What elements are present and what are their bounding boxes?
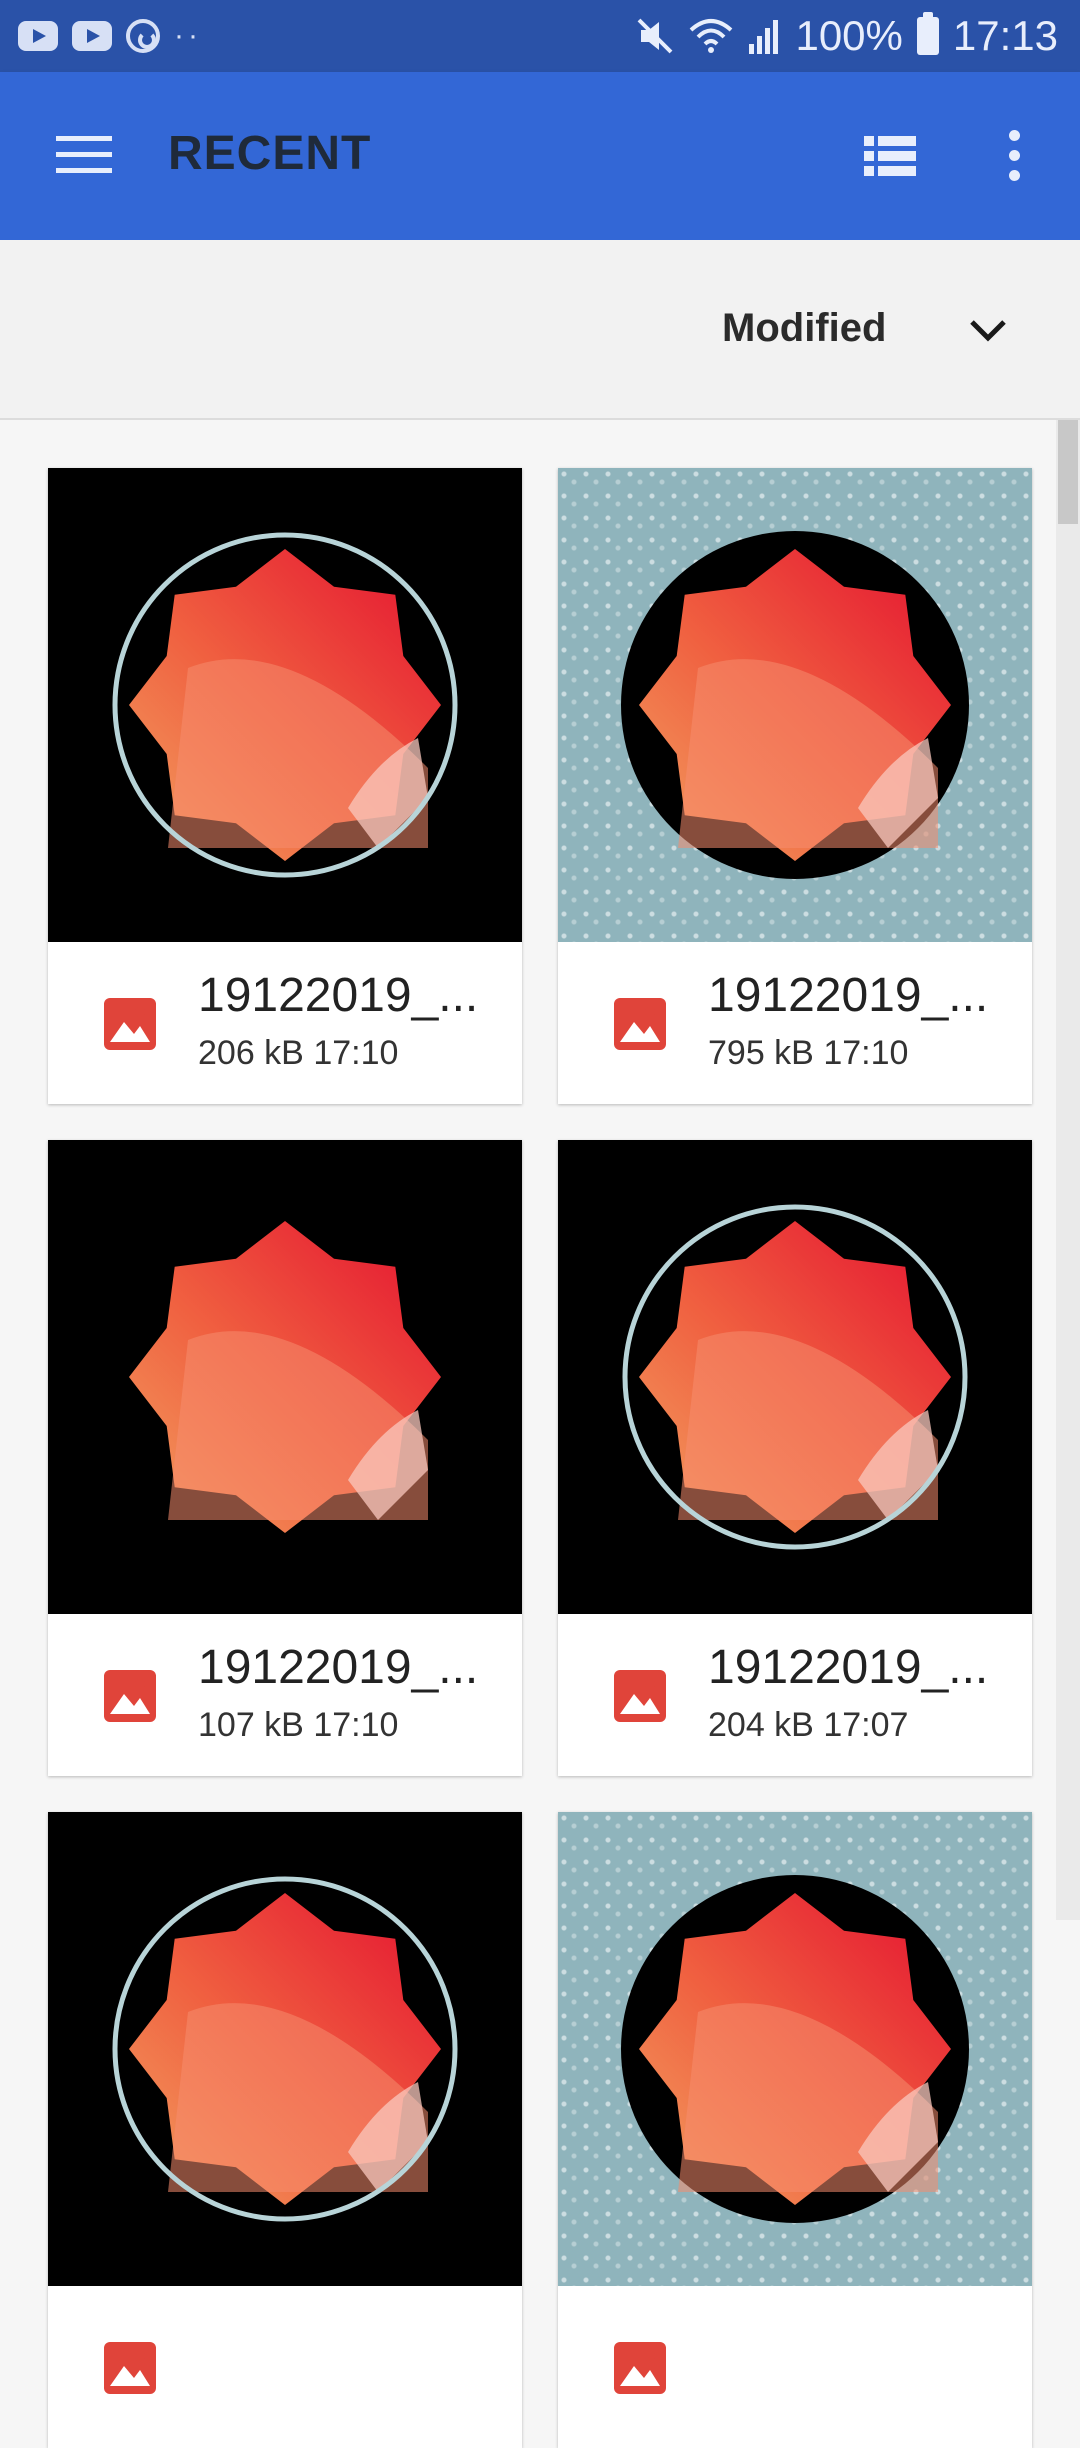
file-meta: 19122019_... 107 kB 17:10	[48, 1614, 522, 1776]
app-bar: RECENT	[0, 72, 1080, 240]
image-file-icon	[614, 998, 666, 1050]
file-meta	[558, 2286, 1032, 2448]
battery-percent: 100%	[795, 12, 903, 59]
file-time: 17:07	[823, 1706, 909, 1744]
file-card[interactable]: 19122019_... 204 kB 17:07	[558, 1140, 1032, 1776]
file-name: 19122019_...	[198, 969, 479, 1022]
file-name: 19122019_...	[708, 1641, 989, 1694]
file-time: 17:10	[313, 1034, 399, 1072]
file-time: 17:10	[823, 1034, 909, 1072]
file-thumbnail[interactable]	[48, 468, 522, 942]
file-name: 19122019_...	[708, 969, 989, 1022]
wifi-icon	[690, 19, 733, 53]
more-dots-icon: ··	[174, 19, 202, 52]
file-thumbnail[interactable]	[48, 1140, 522, 1614]
status-bar: ·· 100% 17:13	[0, 0, 1080, 72]
file-size: 107 kB	[198, 1706, 304, 1744]
chevron-down-icon[interactable]	[966, 312, 1010, 348]
scrollbar-thumb[interactable]	[1058, 420, 1078, 524]
sort-bar: Modified	[0, 240, 1080, 420]
file-card[interactable]: 19122019_... 795 kB 17:10	[558, 468, 1032, 1104]
image-file-icon	[614, 1670, 666, 1722]
file-card[interactable]	[558, 1812, 1032, 2448]
file-card[interactable]: 19122019_... 206 kB 17:10	[48, 468, 522, 1104]
file-thumbnail[interactable]	[558, 1140, 1032, 1614]
clock: 17:13	[952, 12, 1058, 59]
file-size: 795 kB	[708, 1034, 814, 1072]
image-file-icon	[614, 2342, 666, 2394]
sort-label[interactable]: Modified	[722, 306, 886, 351]
image-file-icon	[104, 2342, 156, 2394]
file-meta	[48, 2286, 522, 2448]
menu-icon[interactable]	[56, 134, 112, 174]
file-info: 204 kB 17:07	[708, 1706, 908, 1745]
sync-icon	[126, 19, 160, 53]
more-vert-icon[interactable]	[1000, 128, 1028, 184]
file-meta: 19122019_... 206 kB 17:10	[48, 942, 522, 1104]
image-file-icon	[104, 998, 156, 1050]
file-meta: 19122019_... 204 kB 17:07	[558, 1614, 1032, 1776]
battery-icon	[916, 12, 939, 55]
youtube-icon	[72, 21, 112, 51]
file-name: 19122019_...	[198, 1641, 479, 1694]
file-card[interactable]: 19122019_... 107 kB 17:10	[48, 1140, 522, 1776]
file-info: 206 kB 17:10	[198, 1034, 398, 1073]
scrollbar-track[interactable]	[1056, 420, 1080, 1920]
image-file-icon	[104, 1670, 156, 1722]
page-title: RECENT	[168, 127, 372, 180]
file-thumbnail[interactable]	[558, 1812, 1032, 2286]
file-meta: 19122019_... 795 kB 17:10	[558, 942, 1032, 1104]
list-view-icon[interactable]	[864, 134, 916, 178]
mute-icon	[638, 18, 673, 54]
file-info: 107 kB 17:10	[198, 1706, 398, 1745]
file-size: 204 kB	[708, 1706, 814, 1744]
signal-icon	[749, 20, 779, 54]
file-time: 17:10	[313, 1706, 399, 1744]
file-size: 206 kB	[198, 1034, 304, 1072]
youtube-icon	[18, 21, 58, 51]
file-info: 795 kB 17:10	[708, 1034, 908, 1073]
status-right-icons: 100% 17:13	[635, 0, 1058, 72]
file-thumbnail[interactable]	[48, 1812, 522, 2286]
status-left-icons: ··	[18, 0, 202, 72]
file-card[interactable]	[48, 1812, 522, 2448]
file-thumbnail[interactable]	[558, 468, 1032, 942]
